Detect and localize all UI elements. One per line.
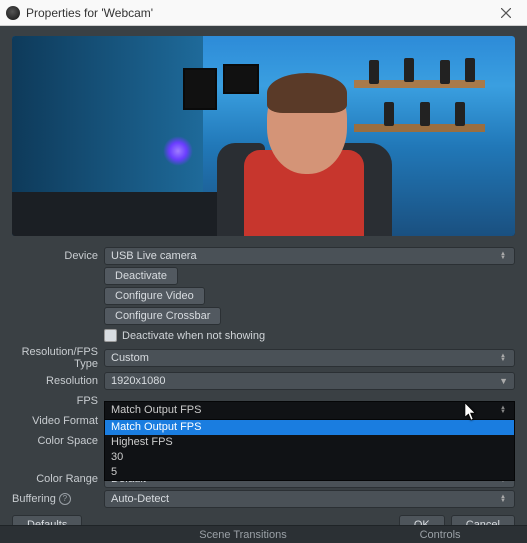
buffering-value: Auto-Detect <box>111 491 169 507</box>
fps-option[interactable]: Highest FPS <box>105 435 514 450</box>
chevron-down-icon: ▼ <box>499 373 508 389</box>
fps-current[interactable]: Match Output FPS ▲▼ <box>105 402 514 420</box>
resfps-type-label: Resolution/FPS Type <box>12 346 104 370</box>
fps-label: FPS <box>12 395 104 407</box>
fps-value: Match Output FPS <box>111 404 201 416</box>
resolution-value: 1920x1080 <box>111 373 165 389</box>
window-body: Device USB Live camera ▲▼ Deactivate Con… <box>0 26 527 543</box>
resolution-select[interactable]: 1920x1080 ▼ <box>104 372 515 390</box>
fps-option[interactable]: 5 <box>105 465 514 480</box>
device-value: USB Live camera <box>111 248 197 264</box>
status-bar: Scene Transitions Controls <box>0 525 527 543</box>
configure-video-button[interactable]: Configure Video <box>104 287 205 305</box>
video-preview <box>12 36 515 236</box>
buffering-label: Buffering ? <box>12 493 104 505</box>
buffering-select[interactable]: Auto-Detect ▲▼ <box>104 490 515 508</box>
properties-form: Device USB Live camera ▲▼ Deactivate Con… <box>12 246 515 543</box>
close-button[interactable] <box>491 0 521 25</box>
fps-select-open[interactable]: Match Output FPS ▲▼ Match Output FPS Hig… <box>104 401 515 481</box>
resolution-label: Resolution <box>12 375 104 387</box>
fps-options: Match Output FPS Highest FPS 30 5 <box>105 420 514 480</box>
close-icon <box>501 8 511 18</box>
configure-crossbar-button[interactable]: Configure Crossbar <box>104 307 221 325</box>
window-title: Properties for 'Webcam' <box>26 6 491 20</box>
fps-option[interactable]: Match Output FPS <box>105 420 514 435</box>
titlebar: Properties for 'Webcam' <box>0 0 527 26</box>
color-space-label: Color Space <box>12 435 104 447</box>
deactivate-not-showing-checkbox[interactable]: Deactivate when not showing <box>104 329 515 342</box>
resfps-type-select[interactable]: Custom ▲▼ <box>104 349 515 367</box>
help-icon[interactable]: ? <box>59 493 71 505</box>
device-label: Device <box>12 250 104 262</box>
status-right: Controls <box>420 529 461 541</box>
spinner-icon: ▲▼ <box>500 406 508 414</box>
device-select[interactable]: USB Live camera ▲▼ <box>104 247 515 265</box>
color-range-label: Color Range <box>12 473 104 485</box>
deactivate-button[interactable]: Deactivate <box>104 267 178 285</box>
status-center: Scene Transitions <box>199 529 286 541</box>
video-format-label: Video Format <box>12 415 104 427</box>
resfps-type-value: Custom <box>111 350 149 366</box>
spinner-icon: ▲▼ <box>500 495 508 503</box>
app-icon <box>6 6 20 20</box>
spinner-icon: ▲▼ <box>500 252 508 260</box>
spinner-icon: ▲▼ <box>500 354 508 362</box>
checkbox-icon <box>104 329 117 342</box>
checkbox-label: Deactivate when not showing <box>122 330 265 342</box>
fps-option[interactable]: 30 <box>105 450 514 465</box>
